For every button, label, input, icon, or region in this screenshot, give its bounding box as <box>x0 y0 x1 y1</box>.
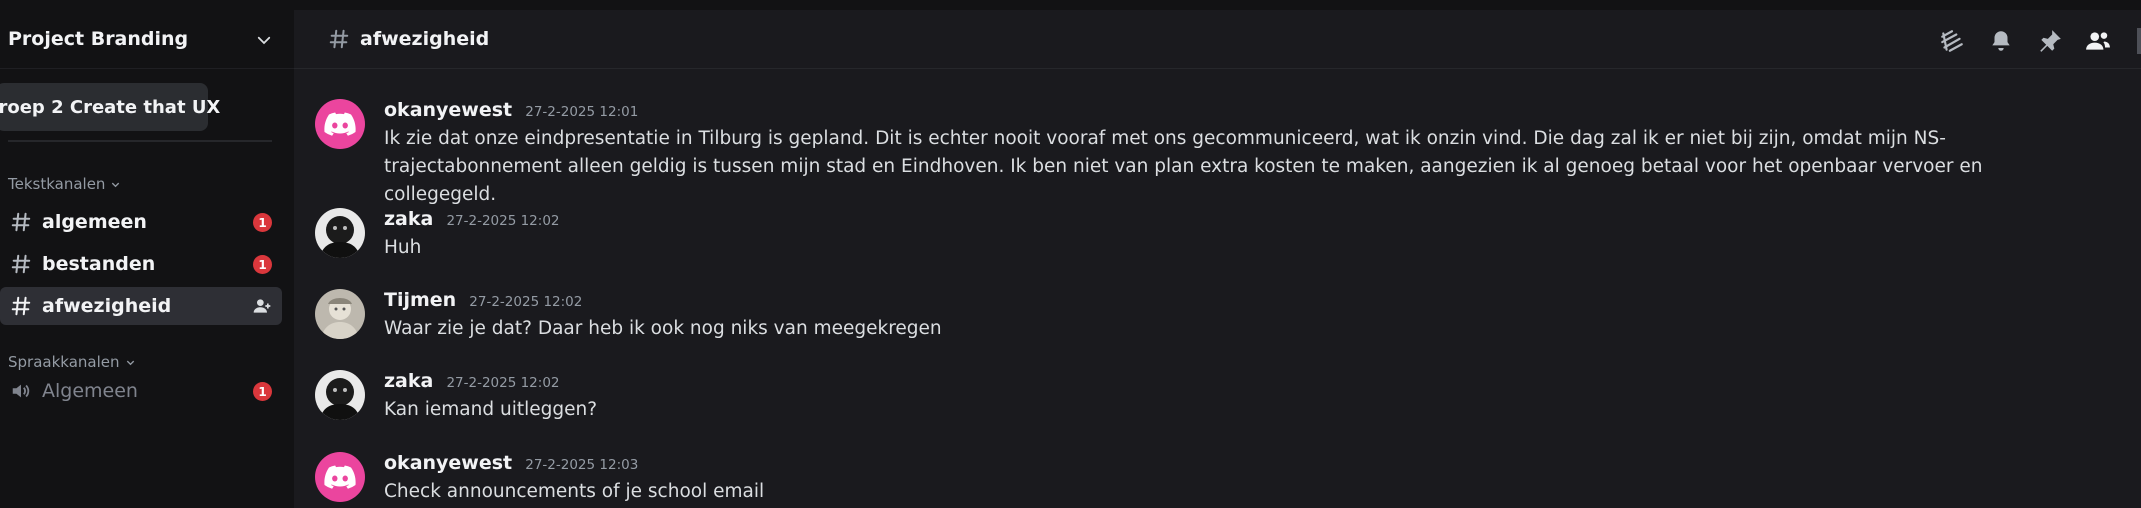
chat-main: afwezigheid okanyewest 27-2-2025 12:01 I… <box>294 10 2141 508</box>
sidebar-item-algemeen[interactable]: algemeen 1 <box>0 203 282 241</box>
sidebar-item-label: bestanden <box>42 253 156 275</box>
unread-badge: 1 <box>253 382 272 401</box>
chevron-down-icon <box>126 360 134 365</box>
message-author[interactable]: zaka <box>384 208 433 230</box>
unread-badge: 1 <box>253 255 272 274</box>
category-label: Tekstkanalen <box>8 175 106 193</box>
message-content: Kan iemand uitleggen? <box>384 399 598 420</box>
server-event-button[interactable]: Groep 2 Create that UX <box>0 83 220 131</box>
message-timestamp: 27-2-2025 12:02 <box>446 213 560 229</box>
message-author[interactable]: okanyewest <box>384 99 512 121</box>
category-label: Spraakkanalen <box>8 353 120 371</box>
hashtag-icon <box>11 296 31 316</box>
threads-icon[interactable] <box>1939 28 1965 54</box>
message-timestamp: 27-2-2025 12:03 <box>525 457 639 473</box>
server-header[interactable]: Project Branding <box>0 10 294 69</box>
message-content: Huh <box>384 237 422 258</box>
avatar[interactable] <box>315 99 365 149</box>
message-timestamp: 27-2-2025 12:02 <box>446 375 560 391</box>
panel-edge <box>2137 28 2141 54</box>
user-photo-icon <box>315 370 365 420</box>
avatar[interactable] <box>315 289 365 339</box>
pin-icon[interactable] <box>2037 28 2063 54</box>
hashtag-icon <box>11 212 31 232</box>
message-author[interactable]: Tijmen <box>384 289 456 311</box>
user-photo-icon <box>315 289 365 339</box>
add-member-icon[interactable] <box>252 296 272 316</box>
avatar[interactable] <box>315 452 365 502</box>
message-author[interactable]: okanyewest <box>384 452 512 474</box>
sidebar-item-label: algemeen <box>42 211 147 233</box>
window-top-strip <box>0 0 2141 10</box>
category-text-channels[interactable]: Tekstkanalen <box>8 175 121 193</box>
message-timestamp: 27-2-2025 12:01 <box>525 104 639 120</box>
member-list-icon[interactable] <box>2085 28 2111 54</box>
message-content: Check announcements of je school email <box>384 481 765 502</box>
speaker-icon <box>12 384 30 398</box>
sidebar-item-label: afwezigheid <box>42 295 172 317</box>
bell-icon[interactable] <box>1988 28 2014 54</box>
chevron-down-icon <box>257 36 271 45</box>
message-content: Ik zie dat onze eindpresentatie in Tilbu… <box>384 128 1983 205</box>
channel-title: afwezigheid <box>360 28 490 50</box>
sidebar-item-voice-algemeen[interactable]: Algemeen 1 <box>0 372 282 410</box>
avatar[interactable] <box>315 208 365 258</box>
sidebar-item-afwezigheid[interactable]: afwezigheid <box>0 287 282 325</box>
unread-badge: 1 <box>253 213 272 232</box>
message-content: Waar zie je dat? Daar heb ik ook nog nik… <box>384 318 942 339</box>
hashtag-icon <box>11 254 31 274</box>
sidebar-item-bestanden[interactable]: bestanden 1 <box>0 245 282 283</box>
discord-logo-icon <box>324 112 356 136</box>
chevron-down-icon <box>112 182 120 187</box>
sidebar-item-label: Algemeen <box>42 380 138 402</box>
message-timestamp: 27-2-2025 12:02 <box>469 294 583 310</box>
hashtag-icon <box>329 29 349 49</box>
sidebar-divider <box>8 140 272 142</box>
channel-sidebar: Project Branding Groep 2 Create that UX … <box>0 10 294 508</box>
avatar[interactable] <box>315 370 365 420</box>
category-voice-channels[interactable]: Spraakkanalen <box>8 353 136 371</box>
message-author[interactable]: zaka <box>384 370 433 392</box>
discord-logo-icon <box>324 465 356 489</box>
user-photo-icon <box>315 208 365 258</box>
server-name: Project Branding <box>8 28 189 50</box>
channel-header: afwezigheid <box>294 10 2141 69</box>
